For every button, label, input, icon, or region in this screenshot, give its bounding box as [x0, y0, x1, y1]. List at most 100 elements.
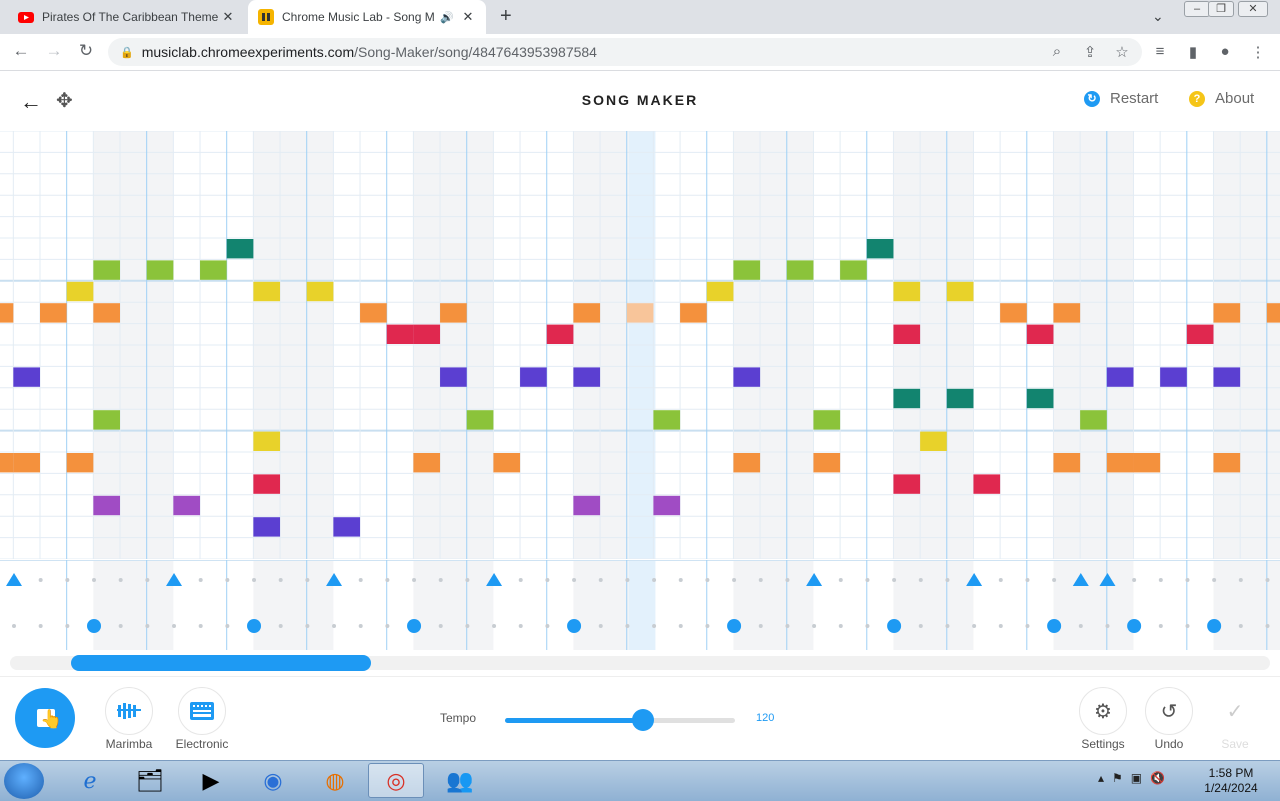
note-block	[93, 260, 121, 280]
note-block	[1053, 303, 1081, 323]
about-question-icon: ?	[1189, 90, 1205, 107]
network-icon[interactable]: ▣	[1131, 771, 1142, 785]
percussion-grid[interactable]	[0, 560, 1280, 650]
tempo-slider-knob[interactable]	[632, 709, 654, 731]
percussion-dot	[678, 624, 683, 628]
melody-grid[interactable]	[0, 131, 1280, 559]
scrollbar-thumb[interactable]	[71, 655, 371, 671]
close-window-button[interactable]: ✕	[1238, 1, 1268, 17]
percussion-dot	[145, 578, 150, 582]
check-icon: ✓	[1226, 700, 1244, 723]
audio-playing-icon[interactable]: 🔊	[440, 11, 454, 24]
tab-search-chevron-icon[interactable]: ⌄	[1152, 8, 1164, 25]
note-block	[253, 474, 281, 494]
percussion-dot	[38, 578, 43, 582]
note-block	[733, 453, 761, 473]
note-block	[93, 495, 121, 516]
percussion-dot	[118, 624, 123, 628]
note-block	[1186, 324, 1214, 344]
note-block	[1080, 410, 1107, 430]
back-arrow-icon[interactable]: ←	[10, 41, 32, 61]
note-block	[626, 303, 654, 323]
chrome-icon[interactable]: ◎	[368, 763, 424, 798]
percussion-circle	[407, 619, 422, 633]
close-tab-icon[interactable]: ✕	[460, 9, 476, 25]
percussion-dot	[1265, 578, 1270, 582]
note-block	[946, 281, 974, 302]
address-bar[interactable]: 🔒 musiclab.chromeexperiments.com/Song-Ma…	[108, 38, 1142, 66]
chrome-menu-icon[interactable]: ⋮	[1248, 43, 1268, 61]
restart-button[interactable]: ↻ Restart	[1084, 90, 1158, 107]
note-block	[13, 453, 41, 473]
beat-shade	[93, 560, 174, 650]
reload-icon[interactable]: ↻	[75, 41, 97, 61]
media-player-icon[interactable]: ▶	[183, 763, 239, 798]
side-panel-icon[interactable]: ▮	[1183, 43, 1203, 61]
file-explorer-icon[interactable]: 🗂	[122, 763, 178, 798]
electronic-keyboard-icon	[190, 702, 214, 720]
flag-icon[interactable]: ⚑	[1112, 771, 1123, 785]
note-block	[1026, 324, 1054, 344]
percussion-dot	[918, 624, 923, 628]
save-button[interactable]: ✓	[1211, 687, 1259, 735]
percussion-dot	[705, 578, 710, 582]
note-block	[1106, 367, 1134, 387]
about-button[interactable]: ? About	[1189, 90, 1254, 107]
percussion-triangle	[6, 573, 22, 586]
tab-song-maker[interactable]: Chrome Music Lab - Song M 🔊 ✕	[248, 0, 486, 34]
clock-date: 1/24/2024	[1204, 781, 1258, 795]
windows-start-button[interactable]	[4, 763, 44, 799]
undo-button[interactable]: ↺	[1145, 687, 1193, 735]
percussion-dot	[625, 578, 630, 582]
percussion-dot	[865, 624, 870, 628]
zoom-icon[interactable]: ⌕	[1047, 43, 1067, 60]
percussion-circle	[87, 619, 102, 633]
firefox-icon[interactable]: ◍	[307, 763, 363, 798]
note-block	[66, 281, 94, 302]
minimize-button[interactable]: –	[1184, 1, 1210, 17]
electronic-label: Electronic	[175, 737, 229, 751]
forward-arrow-icon[interactable]: →	[43, 41, 65, 61]
tempo-value: 120	[756, 712, 775, 724]
percussion-dot	[758, 624, 763, 628]
tab-pirates[interactable]: Pirates Of The Caribbean Theme ✕	[8, 0, 246, 34]
note-block	[0, 303, 14, 323]
note-block	[573, 367, 601, 387]
note-block	[733, 367, 761, 387]
note-block	[440, 367, 467, 387]
media-control-icon[interactable]: ≡	[1150, 43, 1170, 60]
internet-explorer-icon[interactable]: ℯ	[62, 763, 118, 798]
electronic-button[interactable]	[178, 687, 226, 735]
restore-button[interactable]: ❐	[1208, 1, 1234, 17]
note-block	[680, 303, 707, 323]
chromium-icon[interactable]: ◉	[245, 763, 301, 798]
percussion-dot	[305, 578, 310, 582]
percussion-dot	[12, 624, 16, 628]
percussion-dot	[652, 578, 657, 582]
percussion-dot	[1078, 624, 1083, 628]
bookmark-star-icon[interactable]: ☆	[1112, 43, 1132, 61]
percussion-dot	[385, 624, 390, 628]
taskbar-clock[interactable]: 1:58 PM 1/24/2024	[1196, 766, 1266, 796]
profile-icon[interactable]: ●	[1215, 43, 1235, 60]
users-icon[interactable]: 👥	[432, 763, 488, 798]
share-icon[interactable]: ⇪	[1080, 43, 1100, 61]
tempo-label: Tempo	[440, 711, 477, 725]
note-block	[546, 324, 574, 344]
note-block	[1160, 367, 1187, 387]
tray-expand-icon[interactable]: ▴	[1098, 771, 1104, 785]
note-block	[386, 324, 414, 344]
percussion-dot	[732, 578, 737, 582]
percussion-dot	[785, 578, 790, 582]
volume-muted-icon[interactable]: 🔇	[1150, 771, 1165, 785]
windows-taskbar: ℯ 🗂 ▶ ◉ ◍ ◎ 👥 ▴ ⚑ ▣ 🔇 1:58 PM 1/24/2024	[0, 760, 1280, 801]
youtube-icon	[18, 12, 34, 23]
tab-title: Chrome Music Lab - Song M	[282, 10, 435, 24]
marimba-button[interactable]	[105, 687, 153, 735]
percussion-dot	[1158, 578, 1163, 582]
settings-button[interactable]: ⚙	[1079, 687, 1127, 735]
music-lab-icon	[258, 9, 274, 25]
new-tab-button[interactable]: +	[500, 6, 512, 26]
close-tab-icon[interactable]: ✕	[220, 9, 236, 25]
percussion-dot	[545, 624, 550, 628]
